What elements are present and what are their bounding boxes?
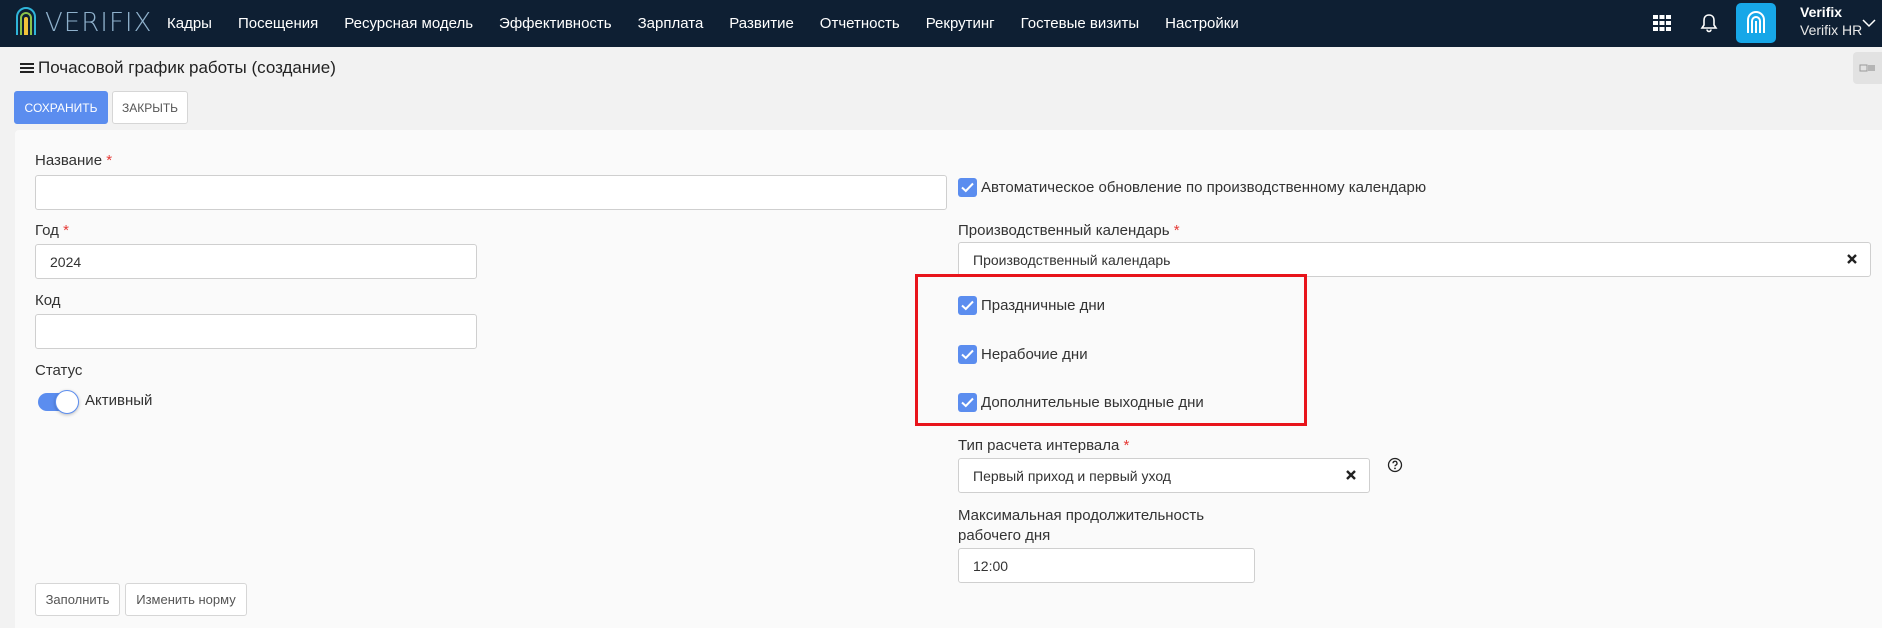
required-mark: * bbox=[1123, 437, 1130, 454]
check-icon bbox=[961, 300, 974, 311]
max-duration-label-line2: рабочего дня bbox=[958, 527, 1051, 544]
hamburger-menu-icon[interactable] bbox=[20, 62, 34, 74]
interval-type-value: Первый приход и первый уход bbox=[973, 467, 1171, 484]
user-name: Verifix bbox=[1800, 4, 1843, 20]
holidays-label: Праздничные дни bbox=[981, 297, 1106, 314]
auto-update-checkbox[interactable] bbox=[958, 178, 977, 197]
status-value-label: Активный bbox=[85, 392, 153, 409]
top-navigation-bar: VERIFIX Кадры Посещения Ресурсная модель… bbox=[0, 0, 1882, 47]
year-input[interactable]: 2024 bbox=[35, 244, 477, 279]
name-input[interactable] bbox=[35, 175, 947, 210]
bell-icon[interactable] bbox=[1698, 12, 1720, 34]
prod-calendar-label: Производственный календарь * bbox=[958, 222, 1180, 239]
user-organization: Verifix HR bbox=[1800, 22, 1863, 38]
page-title: Почасовой график работы (создание) bbox=[20, 58, 336, 78]
user-menu[interactable]: Verifix Verifix HR bbox=[1800, 3, 1862, 39]
main-nav: Кадры Посещения Ресурсная модель Эффекти… bbox=[167, 0, 1265, 47]
verifix-logo[interactable]: VERIFIX bbox=[13, 4, 152, 42]
interval-type-label-text: Тип расчета интервала bbox=[958, 437, 1120, 454]
status-label: Статус bbox=[35, 362, 83, 379]
status-toggle[interactable] bbox=[38, 390, 79, 414]
logo-text: VERIFIX bbox=[45, 8, 153, 38]
year-label: Год * bbox=[35, 222, 69, 239]
change-norm-button[interactable]: Изменить норму bbox=[125, 583, 247, 616]
required-mark: * bbox=[63, 222, 69, 239]
prod-calendar-label-text: Производственный календарь bbox=[958, 222, 1170, 239]
max-duration-label: Максимальная продолжительность рабочего … bbox=[958, 506, 1204, 546]
page-title-text: Почасовой график работы (создание) bbox=[38, 58, 336, 77]
clear-icon[interactable] bbox=[1343, 467, 1359, 483]
extra-days-off-label: Дополнительные выходные дни bbox=[981, 394, 1204, 411]
side-panel-toggle[interactable] bbox=[1853, 52, 1882, 84]
required-mark: * bbox=[1173, 222, 1180, 239]
toggle-knob bbox=[55, 390, 79, 414]
code-label: Код bbox=[35, 292, 61, 309]
nav-item-reports[interactable]: Отчетность bbox=[820, 15, 900, 32]
interval-type-select[interactable]: Первый приход и первый уход bbox=[958, 458, 1370, 493]
fill-button[interactable]: Заполнить bbox=[35, 583, 120, 616]
nav-item-settings[interactable]: Настройки bbox=[1165, 15, 1239, 32]
clear-icon[interactable] bbox=[1844, 251, 1860, 267]
extra-days-off-checkbox[interactable] bbox=[958, 393, 977, 412]
help-icon[interactable] bbox=[1387, 457, 1403, 473]
auto-update-label: Автоматическое обновление по производств… bbox=[981, 179, 1427, 196]
name-label-text: Название bbox=[35, 152, 103, 169]
nav-item-kadry[interactable]: Кадры bbox=[167, 15, 212, 32]
required-mark: * bbox=[106, 152, 113, 169]
close-button[interactable]: ЗАКРЫТЬ bbox=[112, 91, 188, 124]
prod-calendar-value: Производственный календарь bbox=[973, 251, 1171, 268]
nav-item-effectiveness[interactable]: Эффективность bbox=[499, 15, 612, 32]
code-input[interactable] bbox=[35, 314, 477, 349]
fingerprint-icon bbox=[1747, 11, 1765, 33]
nav-item-recruiting[interactable]: Рекрутинг bbox=[926, 15, 995, 32]
nav-item-resource-model[interactable]: Ресурсная модель bbox=[344, 15, 473, 32]
nav-item-poseshcheniya[interactable]: Посещения bbox=[238, 15, 318, 32]
nonworking-label: Нерабочие дни bbox=[981, 346, 1088, 363]
fingerprint-logo-icon bbox=[16, 7, 36, 35]
year-label-text: Год bbox=[35, 222, 59, 239]
account-avatar[interactable] bbox=[1736, 3, 1776, 43]
max-duration-label-line1: Максимальная продолжительность bbox=[958, 507, 1205, 524]
nav-item-salary[interactable]: Зарплата bbox=[638, 15, 704, 32]
nonworking-checkbox[interactable] bbox=[958, 345, 977, 364]
nav-item-development[interactable]: Развитие bbox=[729, 15, 794, 32]
apps-grid-icon[interactable] bbox=[1651, 12, 1673, 34]
check-icon bbox=[961, 397, 974, 408]
save-button[interactable]: СОХРАНИТЬ bbox=[14, 91, 108, 124]
name-label: Название * bbox=[35, 152, 112, 169]
max-duration-input[interactable]: 12:00 bbox=[958, 548, 1255, 583]
chevron-down-icon[interactable] bbox=[1862, 18, 1876, 28]
check-icon bbox=[961, 182, 974, 193]
prod-calendar-select[interactable]: Производственный календарь bbox=[958, 242, 1871, 277]
translate-icon bbox=[1859, 64, 1875, 72]
nav-item-guest-visits[interactable]: Гостевые визиты bbox=[1021, 15, 1140, 32]
holidays-checkbox[interactable] bbox=[958, 296, 977, 315]
check-icon bbox=[961, 349, 974, 360]
interval-type-label: Тип расчета интервала * bbox=[958, 437, 1129, 454]
